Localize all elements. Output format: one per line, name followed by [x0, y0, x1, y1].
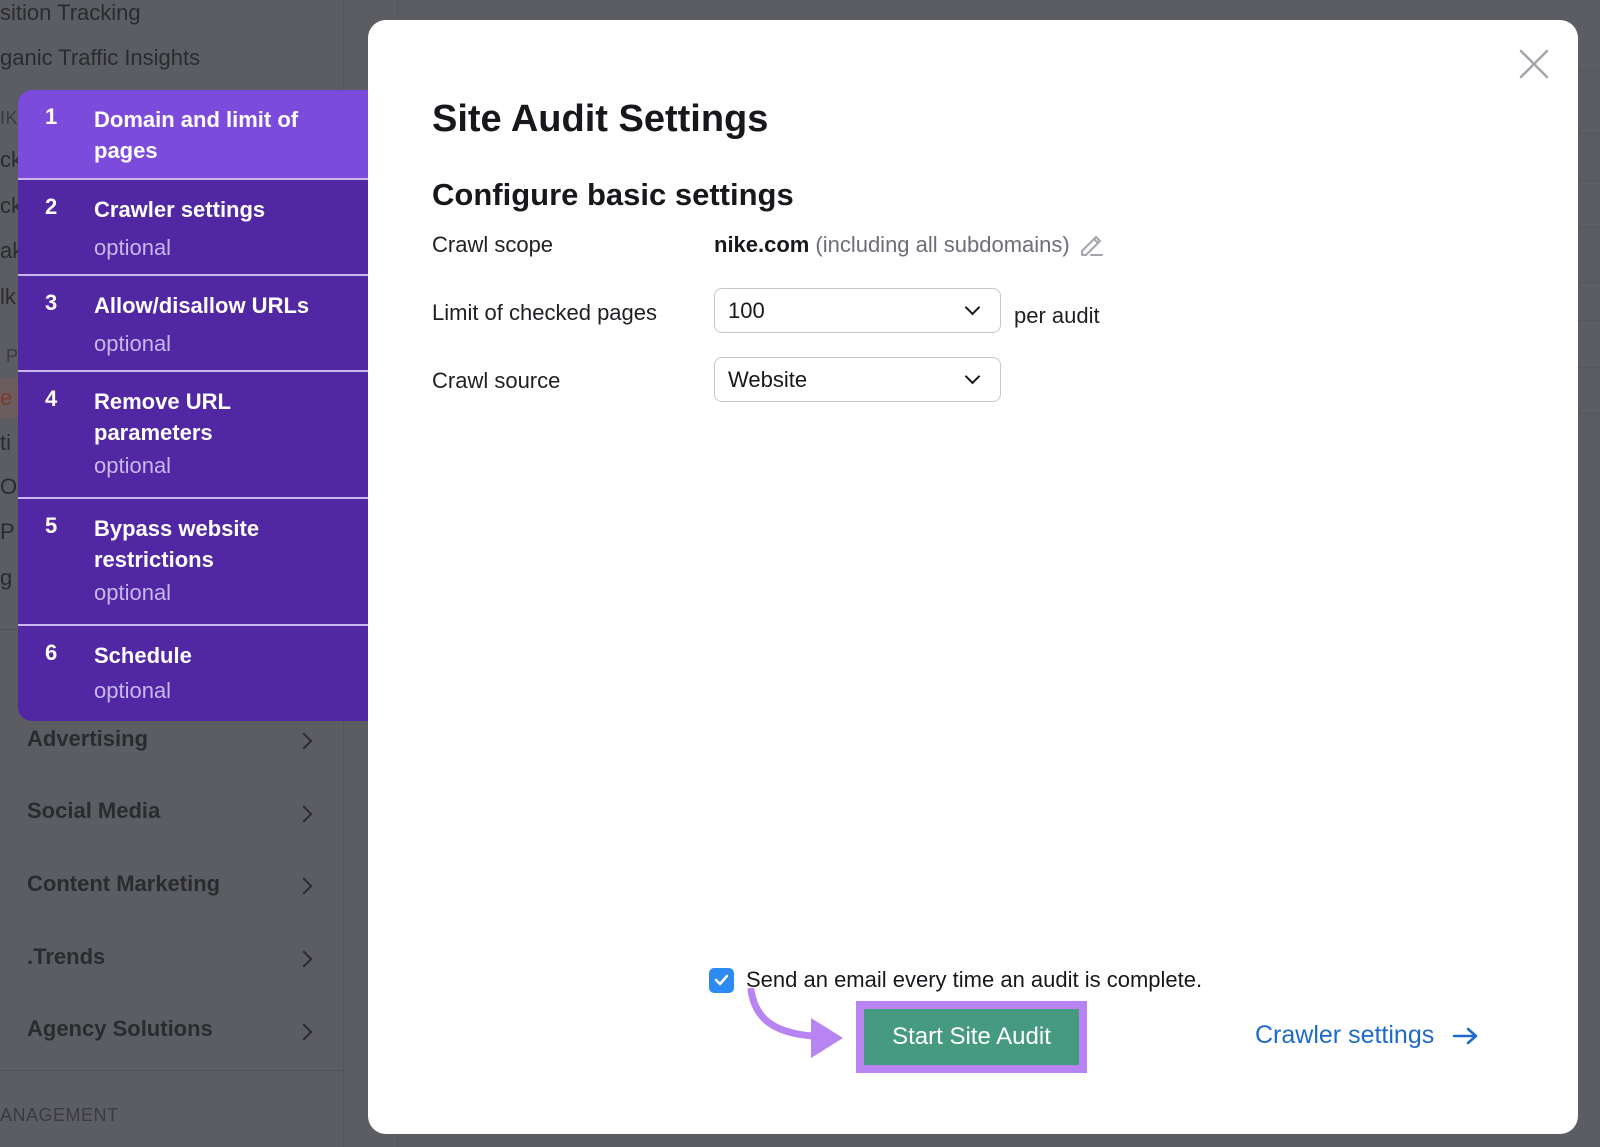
bg-fragment: g	[0, 565, 13, 590]
close-icon[interactable]	[1518, 48, 1550, 80]
chevron-down-icon	[964, 299, 981, 316]
step-bypass-website-restrictions[interactable]: 5 Bypass website restrictions optional	[18, 499, 368, 626]
step-remove-url-parameters[interactable]: 4 Remove URL parameters optional	[18, 372, 368, 499]
step-title: Crawler settings	[94, 197, 266, 222]
bg-nav-trends[interactable]: .Trends	[27, 944, 105, 970]
step-subtitle: optional	[94, 331, 172, 356]
site-audit-settings-modal: Site Audit Settings Configure basic sett…	[368, 20, 1578, 1134]
crawl-scope-note: (including all subdomains)	[815, 232, 1070, 257]
crawler-settings-link-label: Crawler settings	[1255, 1021, 1435, 1049]
step-title: Remove URL parameters	[94, 389, 231, 445]
chevron-right-icon	[295, 877, 313, 895]
pencil-edit-icon[interactable]	[1078, 232, 1104, 258]
crawl-scope-value: nike.com (including all subdomains)	[714, 232, 1104, 258]
chevron-down-icon	[964, 368, 981, 385]
step-subtitle: optional	[94, 678, 172, 703]
arrow-right-icon	[1452, 1027, 1478, 1044]
checkmark-icon	[714, 974, 729, 986]
step-title: Bypass website restrictions	[94, 516, 260, 572]
step-number: 5	[45, 513, 58, 538]
chevron-right-icon	[295, 732, 313, 750]
start-site-audit-button[interactable]: Start Site Audit	[864, 1009, 1079, 1065]
limit-pages-value: 100	[728, 297, 765, 323]
bg-nav-advertising[interactable]: Advertising	[27, 726, 148, 752]
bg-fragment: lk	[0, 284, 16, 309]
bg-fragment: IK	[0, 108, 19, 128]
bg-nav-social-media[interactable]: Social Media	[27, 798, 160, 824]
chevron-right-icon	[295, 950, 313, 968]
step-number: 4	[45, 386, 58, 411]
bg-fragment: O	[0, 474, 18, 499]
bg-fragment: P	[6, 346, 19, 366]
step-title: Schedule	[94, 643, 192, 668]
annotation-arrow-icon	[747, 988, 843, 1058]
crawl-source-label: Crawl source	[432, 368, 561, 393]
step-schedule[interactable]: 6 Schedule optional	[18, 626, 368, 721]
bg-nav-position-tracking: sition Tracking	[0, 0, 141, 25]
step-title: Domain and limit of pages	[94, 107, 299, 163]
email-notification-checkbox[interactable]	[709, 967, 734, 993]
chevron-right-icon	[295, 805, 313, 823]
limit-pages-select[interactable]: 100	[714, 288, 1001, 333]
step-allow-disallow-urls[interactable]: 3 Allow/disallow URLs optional	[18, 276, 368, 372]
step-title: Allow/disallow URLs	[94, 293, 310, 318]
bg-fragment: P	[0, 519, 15, 544]
divider	[0, 1070, 344, 1071]
step-crawler-settings[interactable]: 2 Crawler settings optional	[18, 180, 368, 276]
bg-nav-agency-solutions[interactable]: Agency Solutions	[27, 1016, 213, 1042]
crawl-source-select[interactable]: Website	[714, 357, 1001, 402]
start-button-highlight: Start Site Audit	[856, 1001, 1087, 1073]
modal-title: Site Audit Settings	[432, 98, 769, 140]
bg-nav-content-marketing[interactable]: Content Marketing	[27, 871, 220, 897]
bg-fragment: ti	[0, 430, 11, 455]
settings-steps-nav: 1 Domain and limit of pages 2 Crawler se…	[18, 90, 368, 721]
step-domain-and-limit[interactable]: 1 Domain and limit of pages	[18, 90, 368, 180]
chevron-right-icon	[295, 1023, 313, 1041]
step-subtitle: optional	[94, 453, 172, 478]
bg-section-management: ANAGEMENT	[0, 1105, 119, 1125]
step-number: 6	[45, 640, 58, 665]
step-subtitle: optional	[94, 580, 172, 605]
crawler-settings-link[interactable]: Crawler settings	[1255, 1021, 1480, 1050]
step-number: 1	[45, 104, 58, 129]
crawl-scope-domain: nike.com	[714, 232, 810, 257]
bg-nav-organic-traffic: ganic Traffic Insights	[0, 45, 201, 70]
bg-fragment: e	[0, 385, 13, 410]
step-number: 2	[45, 194, 58, 219]
step-subtitle: optional	[94, 235, 172, 260]
crawl-scope-label: Crawl scope	[432, 232, 554, 257]
step-number: 3	[45, 290, 58, 315]
limit-pages-label: Limit of checked pages	[432, 300, 658, 325]
section-title: Configure basic settings	[432, 177, 794, 212]
per-audit-label: per audit	[1014, 303, 1100, 328]
crawl-source-value: Website	[728, 366, 808, 392]
